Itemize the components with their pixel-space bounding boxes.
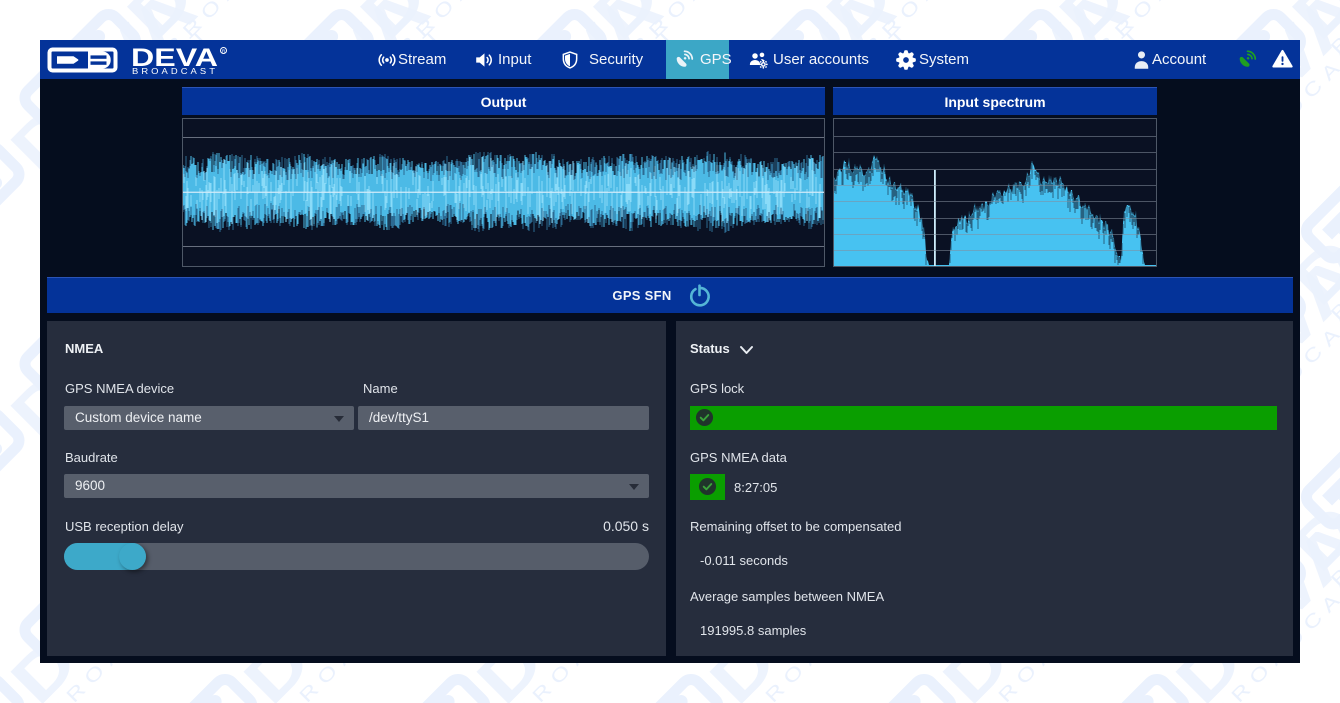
- svg-text:BROADCAST: BROADCAST: [132, 67, 218, 76]
